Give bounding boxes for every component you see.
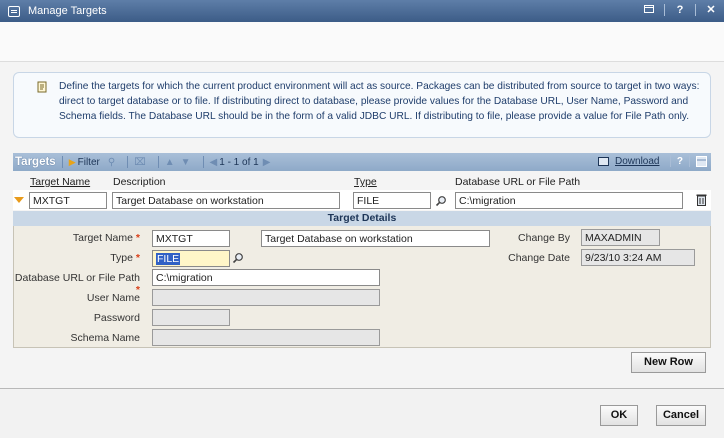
target-details-header: Target Details — [13, 211, 711, 226]
toolbar-divider — [127, 156, 129, 168]
dialog-icon — [8, 5, 20, 17]
column-header-url: Database URL or File Path — [455, 176, 581, 188]
target-name-label: Target Name * — [72, 232, 140, 244]
schema-name-field[interactable] — [152, 329, 380, 346]
target-name-field[interactable]: MXTGT — [152, 230, 230, 247]
arrow-down-icon[interactable]: ▼ — [181, 157, 191, 168]
row-description-field[interactable]: Target Database on workstation — [112, 192, 340, 209]
filter-icon[interactable]: ▶ — [69, 157, 76, 168]
row-type-field[interactable]: FILE — [353, 192, 431, 209]
type-value: FILE — [156, 253, 181, 265]
find-icon[interactable]: ⚲ — [108, 157, 115, 168]
pagination-text: 1 - 1 of 1 — [219, 156, 259, 168]
row-target-name-field[interactable]: MXTGT — [29, 192, 107, 209]
download-icon[interactable] — [598, 157, 609, 166]
help-icon[interactable]: ? — [673, 3, 687, 17]
table-right-tools: ? — [669, 155, 707, 167]
table-title: Targets — [15, 156, 56, 168]
titlebar-divider — [664, 4, 665, 16]
cancel-button[interactable]: Cancel — [656, 405, 706, 426]
user-name-field[interactable] — [152, 289, 380, 306]
toolbar-divider — [669, 155, 671, 167]
info-note-icon — [37, 81, 47, 93]
password-field[interactable] — [152, 309, 230, 326]
change-date-label: Change Date — [508, 252, 570, 264]
dialog-top-strip — [0, 22, 724, 62]
table-help-icon[interactable]: ? — [677, 156, 683, 167]
column-header-target-name[interactable]: Target Name — [30, 176, 90, 188]
trash-icon[interactable] — [696, 193, 707, 206]
table-settings-icon[interactable] — [696, 155, 707, 167]
type-label: Type * — [110, 252, 140, 264]
close-icon[interactable]: ✕ — [704, 3, 718, 17]
ok-button[interactable]: OK — [600, 405, 638, 426]
url-field[interactable]: C:\migration — [152, 269, 380, 286]
details-type-lookup-icon[interactable] — [232, 252, 244, 264]
type-field[interactable]: FILE — [152, 250, 230, 267]
required-marker: * — [135, 232, 140, 244]
filter-button[interactable]: Filter — [78, 157, 100, 168]
column-header-description: Description — [113, 176, 166, 188]
minimize-icon[interactable] — [642, 3, 656, 17]
password-label: Password — [93, 312, 140, 324]
change-by-label: Change By — [518, 232, 570, 244]
previous-page-icon[interactable]: ◀ — [210, 157, 218, 168]
toolbar-divider — [157, 156, 159, 168]
collapse-row-icon[interactable] — [14, 197, 24, 203]
next-page-icon[interactable]: ▶ — [263, 157, 271, 168]
help-text: Define the targets for which the current… — [59, 81, 700, 122]
description-field[interactable]: Target Database on workstation — [261, 230, 490, 247]
user-name-label: User Name — [86, 292, 140, 304]
change-by-field: MAXADMIN — [581, 229, 660, 246]
arrow-up-icon[interactable]: ▲ — [165, 157, 175, 168]
schema-name-label: Schema Name — [70, 332, 140, 344]
dialog-title: Manage Targets — [28, 5, 107, 17]
titlebar-divider — [695, 4, 696, 16]
targets-table-toolbar: Targets ▶ Filter ⚲ ⌧ ▲ ▼ ◀ 1 - 1 of 1 ▶ … — [13, 153, 711, 171]
new-row-button[interactable]: New Row — [631, 352, 706, 373]
titlebar-controls: ? ✕ — [642, 3, 718, 17]
type-lookup-icon[interactable] — [435, 195, 447, 207]
toolbar-divider — [689, 155, 690, 167]
required-marker: * — [135, 252, 140, 264]
help-panel: Define the targets for which the current… — [13, 72, 711, 138]
clear-filter-icon[interactable]: ⌧ — [134, 157, 146, 168]
change-date-field: 9/23/10 3:24 AM — [581, 249, 695, 266]
download-link[interactable]: Download — [615, 156, 659, 167]
column-header-type[interactable]: Type — [354, 176, 377, 188]
dialog-titlebar: Manage Targets ? ✕ — [0, 0, 724, 22]
row-url-field[interactable]: C:\migration — [455, 192, 683, 209]
toolbar-divider — [61, 156, 63, 168]
toolbar-divider — [202, 156, 204, 168]
